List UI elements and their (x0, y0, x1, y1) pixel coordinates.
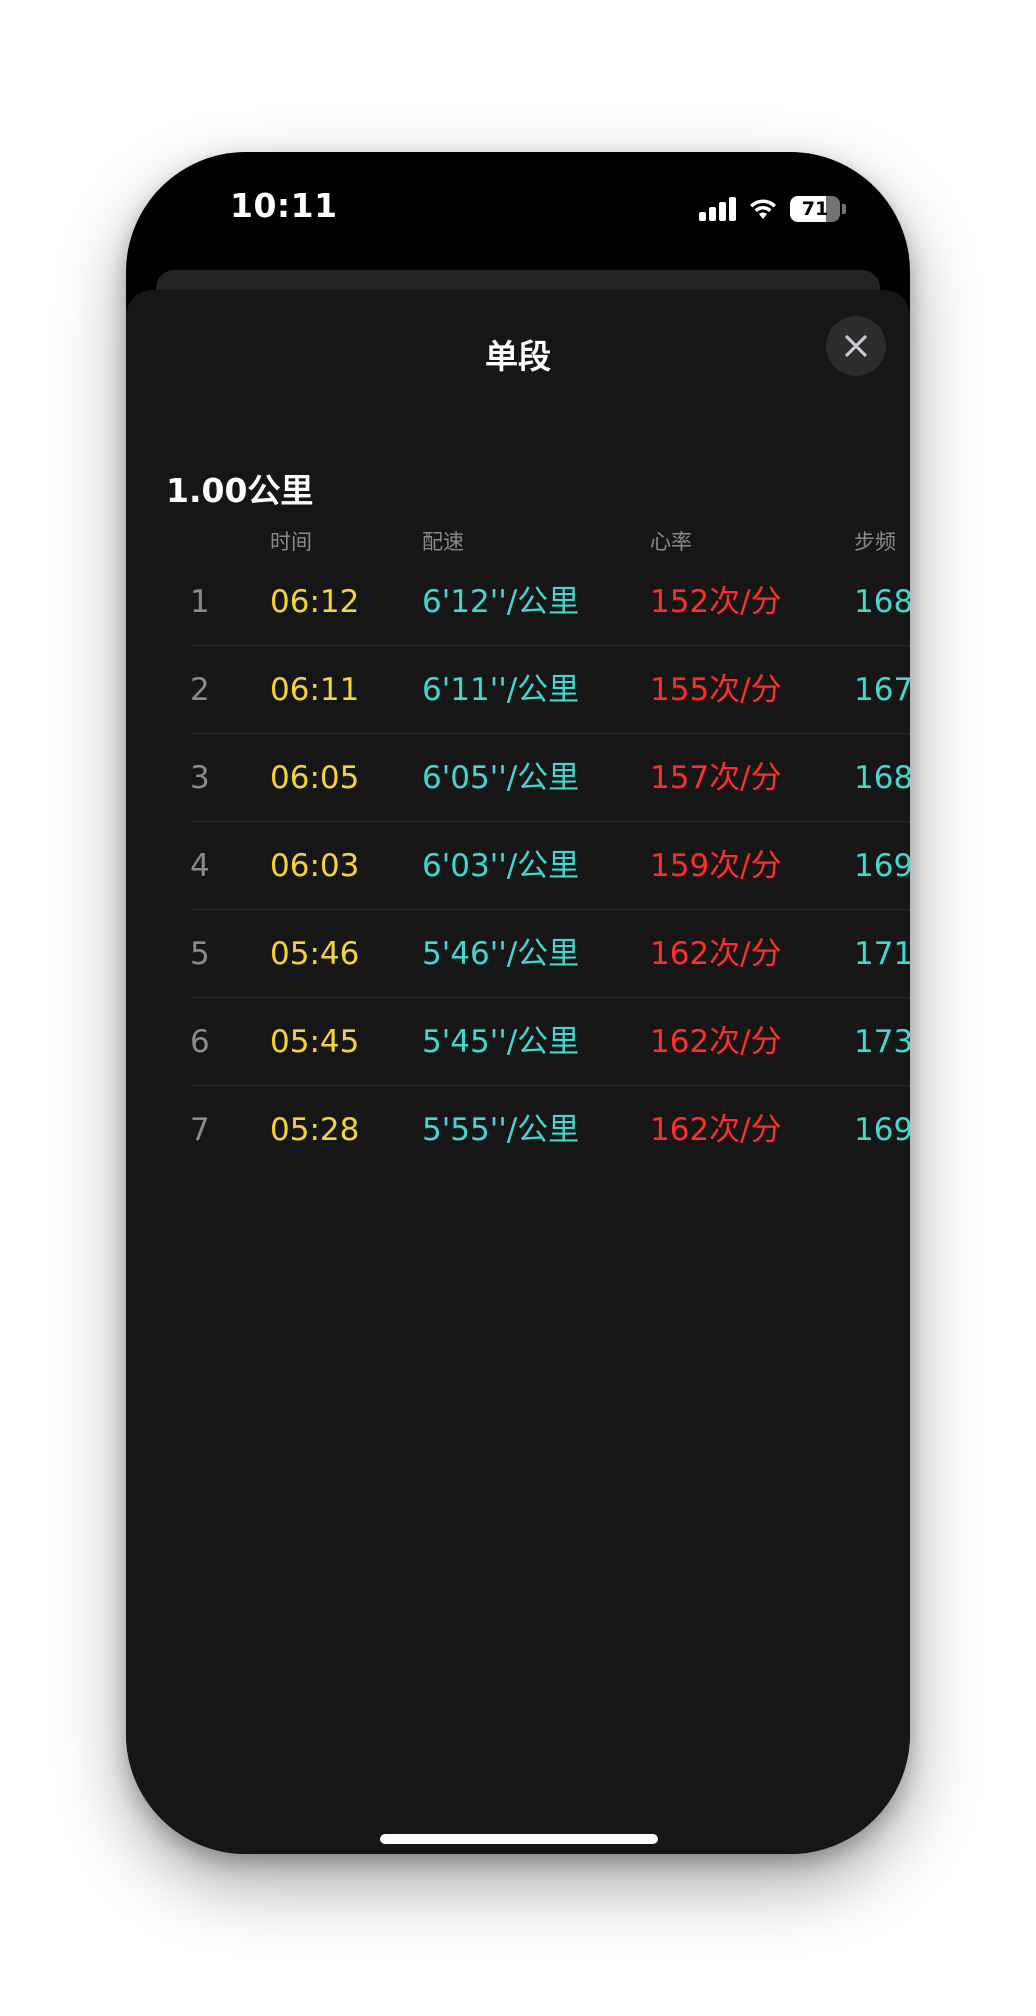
split-heart-rate: 157次/分 (650, 760, 782, 796)
column-header-heart-rate: 心率 (650, 530, 692, 554)
split-pace: 5'55''/公里 (422, 1112, 580, 1148)
split-heart-rate: 162次/分 (650, 1024, 782, 1060)
split-time: 05:46 (270, 936, 360, 972)
close-icon (845, 335, 867, 357)
split-index: 6 (190, 1024, 210, 1060)
split-pace: 6'11''/公里 (422, 672, 580, 708)
wifi-icon (750, 199, 776, 219)
split-cadence: 171 (854, 936, 910, 972)
phone-screen: 10:11 71 单段 1.00公里 时间 配速 心率 步频 1 06:12 6… (126, 152, 910, 1854)
split-index: 5 (190, 936, 210, 972)
split-index: 4 (190, 848, 210, 884)
table-row: 3 06:05 6'05''/公里 157次/分 168 (126, 734, 910, 822)
split-heart-rate: 155次/分 (650, 672, 782, 708)
split-heart-rate: 152次/分 (650, 584, 782, 620)
split-time: 05:28 (270, 1112, 360, 1148)
status-bar: 10:11 71 (126, 152, 910, 262)
table-row: 5 05:46 5'46''/公里 162次/分 171 (126, 910, 910, 998)
home-indicator[interactable] (380, 1834, 658, 1844)
split-time: 06:03 (270, 848, 360, 884)
battery-percentage: 71 (801, 198, 829, 220)
column-header-cadence: 步频 (854, 530, 896, 554)
split-pace: 6'05''/公里 (422, 760, 580, 796)
splits-sheet: 单段 1.00公里 时间 配速 心率 步频 1 06:12 6'12''/公里 152… (126, 290, 910, 1854)
split-cadence: 173 (854, 1024, 910, 1060)
split-index: 3 (190, 760, 210, 796)
split-heart-rate: 162次/分 (650, 936, 782, 972)
split-index: 2 (190, 672, 210, 708)
split-cadence: 169 (854, 1112, 910, 1148)
split-cadence: 168 (854, 584, 910, 620)
split-pace: 5'46''/公里 (422, 936, 580, 972)
split-index: 1 (190, 584, 210, 620)
split-time: 06:12 (270, 584, 360, 620)
split-time: 05:45 (270, 1024, 360, 1060)
battery-cap (842, 204, 846, 214)
split-heart-rate: 162次/分 (650, 1112, 782, 1148)
split-cadence: 169 (854, 848, 910, 884)
table-row: 1 06:12 6'12''/公里 152次/分 168 (126, 558, 910, 646)
status-time: 10:11 (230, 186, 338, 225)
table-row: 2 06:11 6'11''/公里 155次/分 167 (126, 646, 910, 734)
split-distance-title: 1.00公里 (166, 471, 314, 510)
column-header-time: 时间 (270, 530, 312, 554)
split-pace: 5'45''/公里 (422, 1024, 580, 1060)
split-heart-rate: 159次/分 (650, 848, 782, 884)
split-time: 06:05 (270, 760, 360, 796)
table-row: 4 06:03 6'03''/公里 159次/分 169 (126, 822, 910, 910)
cellular-signal-icon (699, 197, 736, 221)
status-icons: 71 (699, 196, 846, 222)
split-cadence: 167 (854, 672, 910, 708)
split-pace: 6'12''/公里 (422, 584, 580, 620)
battery-icon: 71 (790, 196, 840, 222)
table-row: 7 05:28 5'55''/公里 162次/分 169 (126, 1086, 910, 1174)
column-header-pace: 配速 (422, 530, 464, 554)
close-button[interactable] (826, 316, 886, 376)
split-time: 06:11 (270, 672, 360, 708)
table-row: 6 05:45 5'45''/公里 162次/分 173 (126, 998, 910, 1086)
split-cadence: 168 (854, 760, 910, 796)
split-pace: 6'03''/公里 (422, 848, 580, 884)
sheet-title: 单段 (485, 337, 551, 376)
split-index: 7 (190, 1112, 210, 1148)
